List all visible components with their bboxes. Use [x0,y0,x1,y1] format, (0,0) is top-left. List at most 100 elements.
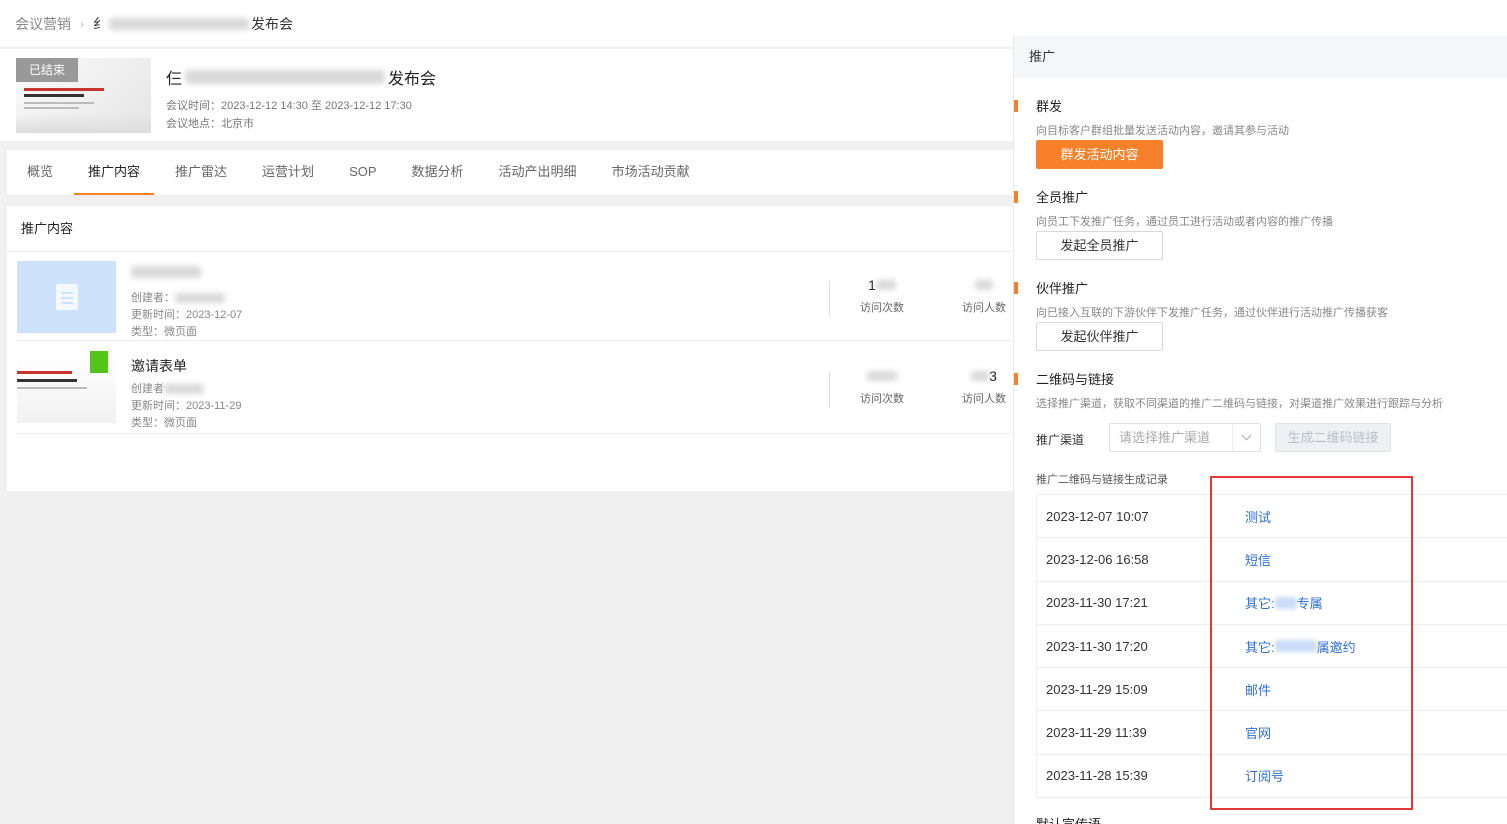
redacted-text [131,266,201,278]
default-slogan-title: 默认宣传语 [1036,814,1101,824]
record-channel[interactable]: 官网 [1245,723,1271,742]
partner-button[interactable]: 发起伙伴推广 [1036,322,1163,351]
record-channel-tail[interactable]: 专属 [1297,593,1323,612]
redacted-text [975,280,993,290]
record-time: 2023-11-29 11:39 [1046,725,1147,741]
section-marker [1014,191,1018,203]
creator-label: 创建者 [131,383,164,395]
record-channel[interactable]: 订阅号 [1245,766,1284,785]
event-cover-image: 已结束 [16,58,151,133]
tab-sop[interactable]: SOP [335,150,390,195]
record-channel[interactable]: 短信 [1245,550,1271,569]
promotion-content-card: 推广内容 创建者： 更新时间：2023-12-07 类型：微页面 1 访问次数 … [7,206,1013,491]
breadcrumb-current-prefix: 纟 [93,15,107,32]
qr-desc: 选择推广渠道，获取不同渠道的推广二维码与链接，对渠道推广效果进行跟踪与分析 [1036,398,1443,410]
content-thumbnail [17,351,116,423]
updated-label: 更新时间： [131,400,186,412]
divider [829,281,830,317]
record-channel[interactable]: 测试 [1245,507,1271,526]
document-icon [55,284,78,310]
channel-placeholder: 请选择推广渠道 [1119,430,1211,445]
record-time: 2023-12-06 16:58 [1046,551,1149,567]
content-updated: 更新时间：2023-11-29 [131,397,241,413]
all-staff-button[interactable]: 发起全员推广 [1036,231,1163,260]
event-place-value: 北京市 [221,118,254,130]
record-time: 2023-12-07 10:07 [1046,508,1149,524]
record-time: 2023-11-28 15:39 [1046,768,1148,784]
tab-bar: 概览 推广内容 推广雷达 运营计划 SOP 数据分析 活动产出明细 市场活动贡献 [7,150,1013,196]
redacted-text [875,280,896,290]
all-staff-desc: 向员工下发推广任务，通过员工进行活动或者内容的推广传播 [1036,216,1333,228]
redacted-text [1274,596,1297,609]
table-row: 2023-11-28 15:39 订阅号 [1036,754,1507,799]
content-title[interactable] [131,265,201,281]
tab-activity-output[interactable]: 活动产出明细 [485,150,591,195]
visits-label: 访问次数 [860,393,904,405]
list-item[interactable]: 创建者： 更新时间：2023-12-07 类型：微页面 1 访问次数 访问人数 [17,257,1013,341]
card-title: 推广内容 [7,206,1013,252]
record-channel-link[interactable]: 邮件 [1245,680,1271,699]
creator-label: 创建者： [131,292,175,304]
tab-data-analysis[interactable]: 数据分析 [398,150,478,195]
redacted-text [185,70,386,84]
redacted-text [867,371,897,381]
tab-promotion-radar[interactable]: 推广雷达 [161,150,241,195]
visitors-label: 访问人数 [962,302,1006,314]
table-row: 2023-11-29 11:39 官网 [1036,711,1507,755]
panel-title: 推广 [1014,36,1507,78]
table-row: 2023-12-07 10:07 测试 [1036,495,1507,539]
content-updated: 更新时间：2023-12-07 [131,306,242,322]
record-channel-link[interactable]: 测试 [1245,507,1271,526]
content-creator: 创建者： [131,289,225,305]
event-place-label: 会议地点： [166,118,221,130]
tab-promotion-content[interactable]: 推广内容 [74,150,155,195]
record-time: 2023-11-29 15:09 [1046,681,1148,697]
visits-stat: 1 访问次数 [847,277,917,315]
visits-value [847,368,917,386]
breadcrumb-current-suffix: 发布会 [251,15,293,32]
event-title-suffix: 发布会 [388,71,437,88]
record-channel[interactable]: 其它: [1245,593,1275,612]
partner-title: 伙伴推广 [1036,281,1089,296]
visits-number: 1 [868,277,876,293]
visits-value: 1 [847,277,917,295]
event-time-value: 2023-12-12 14:30 至 2023-12-12 17:30 [221,100,412,112]
record-channel-tail[interactable]: 属邀约 [1317,637,1356,656]
updated-value: 2023-11-29 [186,400,242,412]
content-type: 类型：微页面 [131,323,197,339]
channel-label: 推广渠道 [1036,433,1085,447]
content-creator: 创建者 [131,380,204,396]
record-time: 2023-11-30 17:20 [1046,638,1148,654]
visitors-value [949,277,1019,295]
redacted-text [971,371,990,381]
partner-desc: 向已接入互联的下游伙伴下发推广任务，通过伙伴进行活动推广传播获客 [1036,307,1388,319]
channel-select[interactable]: 请选择推广渠道 [1109,423,1261,452]
tab-operation-plan[interactable]: 运营计划 [248,150,328,195]
visitors-stat: 访问人数 [949,277,1019,315]
section-marker [1014,100,1018,112]
type-label: 类型： [131,417,164,429]
content-title[interactable]: 邀请表单 [131,356,187,376]
all-staff-title: 全员推广 [1036,190,1089,205]
visitors-stat: 3 访问人数 [949,368,1019,406]
chevron-down-icon[interactable] [1232,424,1260,451]
tab-market-contribution[interactable]: 市场活动贡献 [598,150,704,195]
record-channel[interactable]: 邮件 [1245,680,1271,699]
tab-overview[interactable]: 概览 [13,150,67,195]
form-icon [90,351,108,373]
list-item[interactable]: 邀请表单 创建者 更新时间：2023-11-29 类型：微页面 访问次数 3 访… [17,345,1013,434]
redacted-text [109,17,249,30]
mass-send-button[interactable]: 群发活动内容 [1036,140,1163,169]
visits-stat: 访问次数 [847,368,917,406]
section-marker [1014,282,1018,294]
record-channel[interactable]: 其它: [1245,637,1275,656]
record-channel-link[interactable]: 短信 [1245,550,1271,569]
breadcrumb-root[interactable]: 会议营销 [15,14,71,34]
type-value: 微页面 [164,417,197,429]
record-channel-link[interactable]: 其它: 属邀约 [1245,637,1356,656]
divider [829,372,830,408]
record-channel-link[interactable]: 官网 [1245,723,1271,742]
record-channel-link[interactable]: 订阅号 [1245,766,1284,785]
record-channel-link[interactable]: 其它: 专属 [1245,593,1323,612]
generate-qr-button[interactable]: 生成二维码链接 [1275,423,1391,452]
